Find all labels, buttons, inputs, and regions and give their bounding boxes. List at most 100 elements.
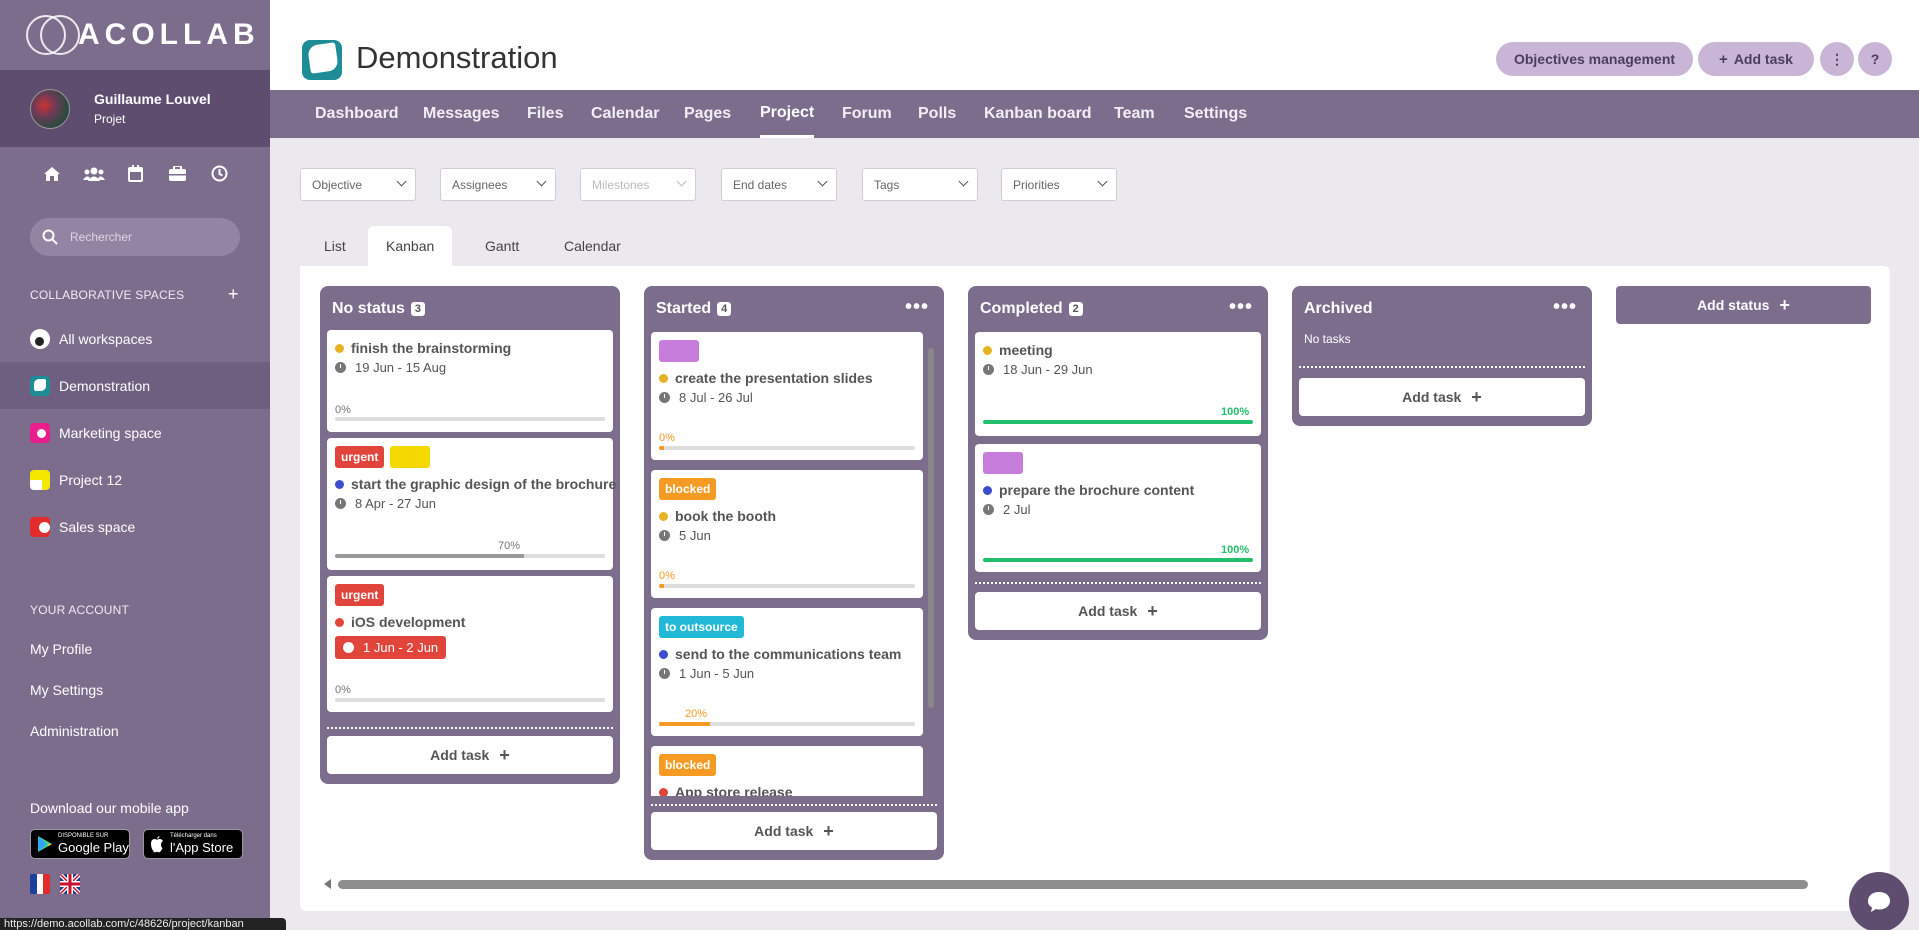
add-task-button[interactable]: Add task + bbox=[327, 736, 613, 774]
view-tab-gantt[interactable]: Gantt bbox=[467, 226, 537, 266]
tab-files[interactable]: Files bbox=[527, 90, 563, 138]
english-flag-icon[interactable] bbox=[60, 874, 80, 894]
task-card[interactable]: create the presentation slides 8 Jul - 2… bbox=[651, 332, 923, 460]
tab-dashboard[interactable]: Dashboard bbox=[315, 90, 399, 138]
user-name: Guillaume Louvel bbox=[94, 91, 211, 107]
tab-team[interactable]: Team bbox=[1114, 90, 1155, 138]
column-menu-icon[interactable]: ••• bbox=[905, 297, 929, 317]
column-count: 4 bbox=[717, 302, 732, 316]
color-tag bbox=[659, 340, 699, 362]
column-menu-icon[interactable]: ••• bbox=[1553, 297, 1577, 317]
task-dates: 8 Apr - 27 Jun bbox=[355, 496, 436, 511]
tab-messages[interactable]: Messages bbox=[423, 90, 500, 138]
page-title: Demonstration bbox=[356, 40, 558, 75]
workspace-sales[interactable]: Sales space bbox=[0, 503, 270, 550]
assignees-filter[interactable]: Assignees bbox=[440, 168, 556, 201]
workspace-marketing[interactable]: Marketing space bbox=[0, 409, 270, 456]
acollab-logo[interactable]: ACOLLAB bbox=[0, 0, 270, 70]
briefcase-icon[interactable] bbox=[166, 162, 189, 185]
workspace-sales-icon bbox=[30, 516, 50, 537]
column-title: Archived bbox=[1304, 300, 1373, 317]
objectives-management-button[interactable]: Objectives management bbox=[1496, 42, 1693, 76]
google-big-text: Google Play bbox=[58, 840, 129, 855]
objective-filter[interactable]: Objective bbox=[300, 168, 416, 201]
status-url: https://demo.acollab.com/c/48626/project… bbox=[0, 918, 286, 930]
view-tab-calendar[interactable]: Calendar bbox=[546, 226, 639, 266]
header: Demonstration Objectives management + Ad… bbox=[270, 0, 1919, 90]
task-dates: 19 Jun - 15 Aug bbox=[355, 360, 447, 375]
workspace-demonstration[interactable]: Demonstration bbox=[0, 362, 270, 409]
priority-dot bbox=[983, 485, 992, 495]
app-store-badge[interactable]: Télécharger dans l'App Store bbox=[143, 829, 243, 859]
task-title: meeting bbox=[999, 342, 1053, 358]
add-task-button[interactable]: Add task + bbox=[651, 812, 937, 850]
column-divider bbox=[651, 804, 937, 806]
search-icon bbox=[42, 229, 58, 245]
kanban-column-completed: Completed 2 ••• meeting 18 Jun - 29 Jun … bbox=[968, 286, 1268, 640]
plus-icon: + bbox=[1719, 50, 1728, 68]
scroll-left-icon[interactable] bbox=[324, 879, 331, 889]
view-tab-kanban[interactable]: Kanban bbox=[368, 226, 453, 266]
avatar bbox=[30, 88, 70, 129]
tab-project[interactable]: Project bbox=[760, 90, 815, 138]
column-scrollbar[interactable] bbox=[928, 348, 934, 708]
home-icon[interactable] bbox=[40, 162, 63, 185]
search-input[interactable]: Rechercher bbox=[30, 218, 240, 256]
tab-settings[interactable]: Settings bbox=[1184, 90, 1247, 138]
tab-calendar[interactable]: Calendar bbox=[591, 90, 659, 138]
end-dates-filter[interactable]: End dates bbox=[721, 168, 837, 201]
add-task-header-button[interactable]: + Add task bbox=[1698, 42, 1814, 76]
filter-label: Objective bbox=[312, 177, 363, 192]
chat-button[interactable] bbox=[1849, 872, 1909, 930]
workspace-project-12[interactable]: Project 12 bbox=[0, 456, 270, 503]
column-header[interactable]: Started 4 ••• bbox=[651, 286, 937, 332]
tab-kanban-board[interactable]: Kanban board bbox=[984, 90, 1092, 138]
my-settings-link[interactable]: My Settings bbox=[30, 682, 103, 698]
column-divider bbox=[1299, 366, 1585, 368]
filter-label: Priorities bbox=[1013, 177, 1060, 192]
progress-bar bbox=[335, 417, 605, 421]
task-card[interactable]: urgent iOS development 1 Jun - 2 Jun 0% bbox=[327, 576, 613, 712]
google-play-badge[interactable]: DISPONIBLE SUR Google Play bbox=[30, 829, 130, 859]
task-card[interactable]: urgent start the graphic design of the b… bbox=[327, 438, 616, 570]
column-menu-icon[interactable]: ••• bbox=[1229, 297, 1253, 317]
filter-label: Milestones bbox=[592, 177, 650, 192]
tab-polls[interactable]: Polls bbox=[918, 90, 956, 138]
add-space-button[interactable]: + bbox=[228, 284, 239, 305]
view-tab-list[interactable]: List bbox=[306, 226, 364, 266]
add-task-button[interactable]: Add task + bbox=[975, 592, 1261, 630]
tab-forum[interactable]: Forum bbox=[842, 90, 892, 138]
tab-pages[interactable]: Pages bbox=[684, 90, 731, 138]
french-flag-icon[interactable] bbox=[30, 874, 50, 894]
add-status-button[interactable]: Add status + bbox=[1616, 286, 1871, 324]
task-card[interactable]: blocked book the booth 5 Jun 0% bbox=[651, 470, 923, 598]
user-box[interactable]: Guillaume Louvel Projet bbox=[0, 70, 270, 147]
administration-link[interactable]: Administration bbox=[30, 723, 119, 739]
workspace-all[interactable]: All workspaces bbox=[0, 315, 270, 362]
priorities-filter[interactable]: Priorities bbox=[1001, 168, 1117, 201]
task-dates: 1 Jun - 5 Jun bbox=[679, 666, 755, 681]
more-options-button[interactable]: ⋮ bbox=[1820, 42, 1854, 76]
add-task-label: Add task bbox=[1078, 603, 1138, 619]
column-header[interactable]: No status 3 bbox=[327, 286, 613, 332]
chevron-down-icon bbox=[958, 176, 969, 187]
clock-icon[interactable] bbox=[208, 162, 231, 185]
task-card[interactable]: to outsource send to the communications … bbox=[651, 608, 923, 736]
horizontal-scrollbar[interactable] bbox=[338, 880, 1808, 889]
my-profile-link[interactable]: My Profile bbox=[30, 641, 92, 657]
tags-filter[interactable]: Tags bbox=[862, 168, 978, 201]
column-header[interactable]: Archived ••• bbox=[1299, 286, 1585, 332]
task-card[interactable]: blocked App store release bbox=[651, 746, 923, 796]
calendar-icon[interactable] bbox=[124, 162, 147, 185]
task-card[interactable]: prepare the brochure content 2 Jul 100% bbox=[975, 444, 1261, 572]
kanban-column-started: Started 4 ••• create the presentation sl… bbox=[644, 286, 944, 860]
column-header[interactable]: Completed 2 ••• bbox=[975, 286, 1261, 332]
help-button[interactable]: ? bbox=[1858, 42, 1892, 76]
task-card[interactable]: meeting 18 Jun - 29 Jun 100% bbox=[975, 332, 1261, 436]
add-task-button[interactable]: Add task + bbox=[1299, 378, 1585, 416]
column-title: Started bbox=[656, 300, 712, 317]
users-icon[interactable] bbox=[82, 162, 105, 185]
task-title: finish the brainstorming bbox=[351, 340, 512, 356]
clock-icon bbox=[983, 504, 994, 515]
task-card[interactable]: finish the brainstorming 19 Jun - 15 Aug… bbox=[327, 330, 613, 432]
